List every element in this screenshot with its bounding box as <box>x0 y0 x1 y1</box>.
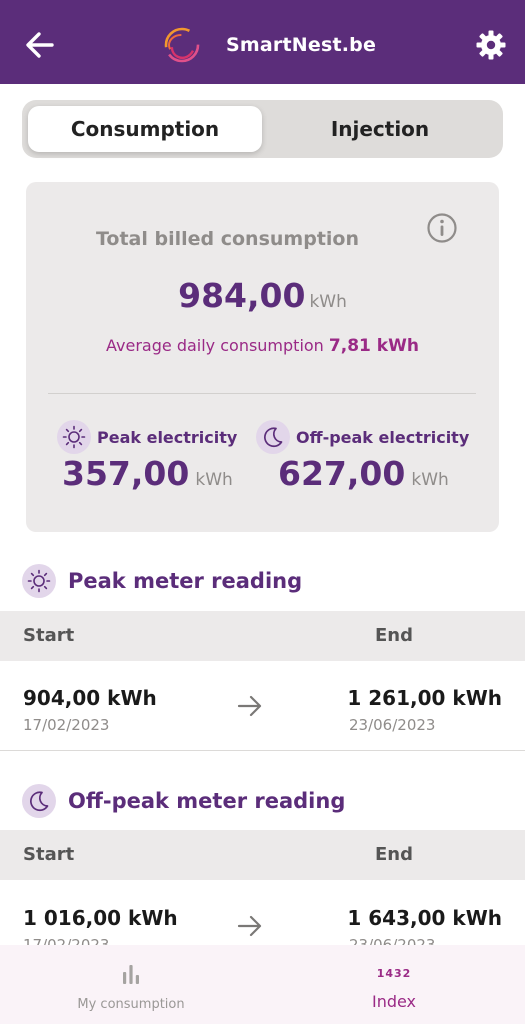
summary-card: Total billed consumption 984,00 kWh Avera… <box>26 182 499 532</box>
arrow-right-icon <box>237 915 262 937</box>
peak-value: 357,00 <box>62 454 190 493</box>
meter-index-icon: 1432 <box>375 963 413 983</box>
offpeak-end-value: 1 643,00 kWh <box>347 906 502 930</box>
tab-my-consumption-label: My consumption <box>77 997 185 1012</box>
start-header: Start <box>23 625 75 646</box>
card-divider <box>48 393 476 394</box>
offpeak-label-text: Off-peak electricity <box>296 427 470 447</box>
total-consumption: 984,00 kWh <box>26 276 499 315</box>
consumption-injection-toggle: Consumption Injection <box>22 100 503 158</box>
peak-electricity-label: Peak electricity <box>57 420 237 454</box>
bar-chart-icon <box>123 965 139 984</box>
peak-meter-heading: Peak meter reading <box>22 564 302 598</box>
sun-icon <box>22 564 56 598</box>
offpeak-start-value: 1 016,00 kWh <box>23 906 178 930</box>
app-title: SmartNest.be <box>226 34 377 56</box>
offpeak-meter-title: Off-peak meter reading <box>68 789 346 813</box>
peak-end-date: 23/06/2023 <box>349 716 436 734</box>
average-value: 7,81 kWh <box>328 336 419 356</box>
tab-index-label: Index <box>371 992 417 1011</box>
meter-index-digits: 1432 <box>376 966 412 980</box>
sun-icon <box>57 420 91 454</box>
moon-icon <box>22 784 56 818</box>
end-header: End <box>375 625 413 646</box>
tab-consumption[interactable]: Consumption <box>28 106 262 152</box>
peak-end-value: 1 261,00 kWh <box>347 686 502 710</box>
total-value: 984,00 <box>178 276 306 315</box>
peak-reading-row: 904,00 kWh 17/02/2023 1 261,00 kWh 23/06… <box>0 666 525 756</box>
tab-my-consumption[interactable]: My consumption <box>0 945 262 1024</box>
tab-injection[interactable]: Injection <box>263 106 497 152</box>
peak-start-value: 904,00 kWh <box>23 686 157 710</box>
offpeak-electricity-label: Off-peak electricity <box>256 420 469 454</box>
tab-index[interactable]: 1432 Index <box>263 945 525 1024</box>
arrow-left-icon[interactable] <box>24 29 56 61</box>
summary-title: Total billed consumption <box>95 228 359 250</box>
peak-meter-title: Peak meter reading <box>68 569 303 593</box>
average-daily: Average daily consumption 7,81 kWh <box>26 336 499 356</box>
peak-unit: kWh <box>195 470 233 490</box>
average-label: Average daily consumption <box>106 336 324 355</box>
row-divider <box>0 750 525 751</box>
gear-icon[interactable] <box>475 29 507 61</box>
offpeak-meter-heading: Off-peak meter reading <box>22 784 345 818</box>
peak-label-text: Peak electricity <box>97 427 238 447</box>
total-unit: kWh <box>309 292 347 312</box>
peak-table-header: Start End <box>0 611 525 661</box>
start-header: Start <box>23 844 75 865</box>
offpeak-electricity-value: 627,00 kWh <box>278 454 449 493</box>
offpeak-value: 627,00 <box>278 454 406 493</box>
logo-icon <box>164 27 200 63</box>
peak-start-date: 17/02/2023 <box>23 716 110 734</box>
offpeak-table-header: Start End <box>0 830 525 880</box>
bottom-tab-bar: My consumption 1432 Index <box>0 945 525 1024</box>
moon-icon <box>256 420 290 454</box>
offpeak-unit: kWh <box>411 470 449 490</box>
end-header: End <box>375 844 413 865</box>
arrow-right-icon <box>237 695 262 717</box>
peak-electricity-value: 357,00 kWh <box>62 454 233 493</box>
info-icon[interactable] <box>426 212 458 244</box>
app-header: SmartNest.be <box>0 0 525 84</box>
